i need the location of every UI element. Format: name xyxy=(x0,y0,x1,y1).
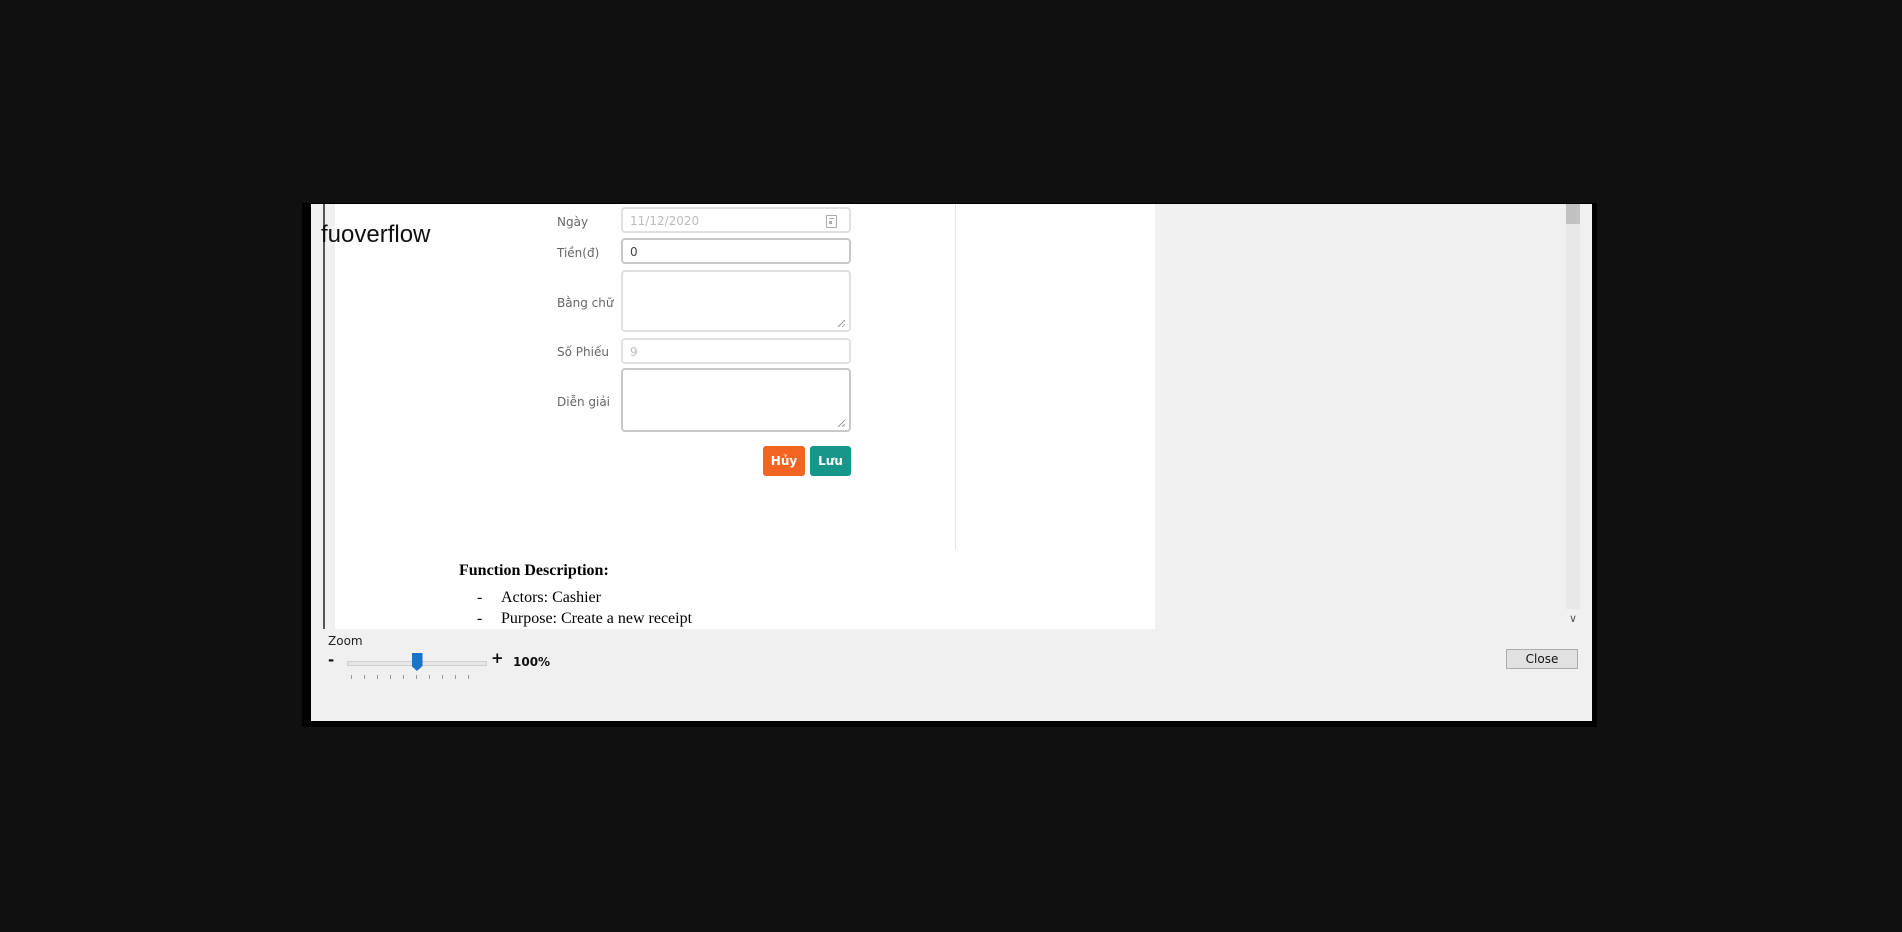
page-edge-line xyxy=(323,204,325,629)
resize-grip-icon[interactable] xyxy=(838,420,845,427)
calendar-icon[interactable] xyxy=(826,215,837,228)
bullet-dash: - xyxy=(477,610,483,627)
image-viewport[interactable]: Ngày 11/12/2020 Tiền(đ) 0 Bằng chữ Số Ph… xyxy=(311,204,1582,629)
date-field[interactable]: 11/12/2020 xyxy=(621,207,851,233)
explanation-label: Diễn giải xyxy=(557,395,611,409)
amount-value: 0 xyxy=(630,245,638,259)
amount-field[interactable]: 0 xyxy=(621,238,851,264)
watermark-text: fuoverflow xyxy=(321,221,431,248)
words-textarea[interactable] xyxy=(621,270,851,332)
vertical-scrollbar[interactable]: ∨ xyxy=(1564,204,1582,629)
explanation-textarea[interactable] xyxy=(621,368,851,432)
save-button[interactable]: Lưu xyxy=(810,446,851,476)
bullet-text: Purpose: Create a new receipt xyxy=(501,610,693,627)
zoom-in-button[interactable]: + xyxy=(491,649,504,667)
zoom-slider-thumb[interactable] xyxy=(411,653,423,671)
image-viewer-dialog: Ngày 11/12/2020 Tiền(đ) 0 Bằng chữ Số Ph… xyxy=(302,203,1597,727)
scrollbar-thumb[interactable] xyxy=(1566,204,1580,224)
date-value: 11/12/2020 xyxy=(630,214,700,228)
resize-grip-icon[interactable] xyxy=(838,320,845,327)
zoom-slider-ticks xyxy=(351,675,481,679)
bullet-text: Actors: Cashier xyxy=(501,589,601,606)
cancel-button[interactable]: Hủy xyxy=(763,446,805,476)
form-border-line xyxy=(955,204,956,549)
zoom-value: 100% xyxy=(513,655,551,669)
date-label: Ngày xyxy=(557,215,589,229)
zoom-out-button[interactable]: - xyxy=(328,651,334,669)
close-button[interactable]: Close xyxy=(1506,649,1578,669)
receipt-no-value: 9 xyxy=(630,345,638,359)
amount-label: Tiền(đ) xyxy=(557,246,600,260)
receipt-no-field[interactable]: 9 xyxy=(621,338,851,364)
receipt-no-label: Số Phiếu xyxy=(557,345,609,359)
scrollbar-track[interactable] xyxy=(1566,204,1580,609)
bullet-dash: - xyxy=(477,589,483,606)
chevron-down-icon[interactable]: ∨ xyxy=(1564,611,1582,627)
function-description-heading: Function Description: xyxy=(459,562,609,579)
words-label: Bằng chữ xyxy=(557,296,614,310)
dialog-body: Ngày 11/12/2020 Tiền(đ) 0 Bằng chữ Số Ph… xyxy=(311,204,1592,721)
document-page: Ngày 11/12/2020 Tiền(đ) 0 Bằng chữ Số Ph… xyxy=(335,204,1155,629)
zoom-toolbar: Zoom - + 100% Close xyxy=(311,629,1592,721)
zoom-label: Zoom xyxy=(328,634,363,648)
